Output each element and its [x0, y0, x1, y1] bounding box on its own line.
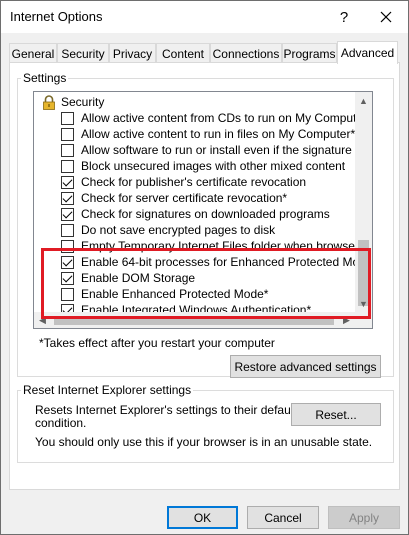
list-item-label: Empty Temporary Internet Files folder wh…: [81, 239, 355, 253]
list-item[interactable]: Enable Enhanced Protected Mode*: [34, 286, 355, 302]
checkbox[interactable]: [61, 288, 74, 301]
settings-list[interactable]: Security Allow active content from CDs t…: [33, 91, 373, 329]
list-item[interactable]: Block unsecured images with other mixed …: [34, 158, 355, 174]
checkbox[interactable]: [61, 224, 74, 237]
vertical-scrollbar[interactable]: ▲ ▼: [355, 92, 372, 312]
reset-description-line1: Resets Internet Explorer's settings to t…: [35, 403, 297, 417]
checkbox[interactable]: [61, 208, 74, 221]
tab-privacy[interactable]: Privacy: [109, 43, 156, 63]
list-item-label: Enable Integrated Windows Authentication…: [81, 303, 312, 312]
list-item-label: Allow software to run or install even if…: [81, 143, 355, 157]
checkbox[interactable]: [61, 192, 74, 205]
tab-security[interactable]: Security: [57, 43, 109, 63]
list-item[interactable]: Enable Integrated Windows Authentication…: [34, 302, 355, 312]
restart-note: *Takes effect after you restart your com…: [39, 336, 275, 350]
checkbox[interactable]: [61, 128, 74, 141]
tab-content[interactable]: Content: [156, 43, 210, 63]
list-item[interactable]: Do not save encrypted pages to disk: [34, 222, 355, 238]
list-item[interactable]: Allow software to run or install even if…: [34, 142, 355, 158]
tab-connections[interactable]: Connections: [210, 43, 282, 63]
scrollbar-corner: [355, 312, 372, 328]
lock-icon: [43, 95, 55, 110]
list-item-label: Enable 64-bit processes for Enhanced Pro…: [81, 255, 355, 269]
list-item[interactable]: Allow active content to run in files on …: [34, 126, 355, 142]
apply-button: Apply: [328, 506, 400, 529]
window-title: Internet Options: [10, 9, 103, 24]
reset-button[interactable]: Reset...: [291, 403, 381, 426]
reset-group-label: Reset Internet Explorer settings: [21, 383, 194, 397]
list-item-label: Do not save encrypted pages to disk: [81, 223, 276, 237]
ok-button[interactable]: OK: [167, 506, 238, 529]
list-item[interactable]: Check for server certificate revocation*: [34, 190, 355, 206]
horizontal-scrollbar[interactable]: ◀ ▶: [34, 312, 355, 328]
tab-programs[interactable]: Programs: [282, 43, 337, 63]
scroll-down-arrow-icon[interactable]: ▼: [355, 295, 372, 312]
close-button[interactable]: [369, 5, 403, 29]
checkbox[interactable]: [61, 160, 74, 173]
help-button[interactable]: ?: [327, 5, 361, 29]
scroll-right-arrow-icon[interactable]: ▶: [338, 312, 355, 328]
settings-list-viewport: Security Allow active content from CDs t…: [34, 92, 355, 312]
checkbox[interactable]: [61, 256, 74, 269]
list-item-label: Check for server certificate revocation*: [81, 191, 288, 205]
list-item-label: Allow active content to run in files on …: [81, 127, 355, 141]
list-item[interactable]: Allow active content from CDs to run on …: [34, 110, 355, 126]
checkbox[interactable]: [61, 144, 74, 157]
horizontal-scroll-thumb[interactable]: [54, 316, 334, 325]
settings-group-label: Settings: [21, 71, 69, 85]
reset-warning: You should only use this if your browser…: [35, 435, 373, 449]
list-item-label: Block unsecured images with other mixed …: [81, 159, 346, 173]
checkbox[interactable]: [61, 304, 74, 312]
checkbox[interactable]: [61, 176, 74, 189]
internet-options-dialog: Internet Options ? General Security Priv…: [0, 0, 409, 535]
list-item-label: Enable DOM Storage: [81, 271, 196, 285]
list-item[interactable]: Enable DOM Storage: [34, 270, 355, 286]
list-item[interactable]: Check for signatures on downloaded progr…: [34, 206, 355, 222]
scroll-up-arrow-icon[interactable]: ▲: [355, 92, 372, 109]
tab-strip: General Security Privacy Content Connect…: [9, 41, 401, 64]
list-item[interactable]: Check for publisher's certificate revoca…: [34, 174, 355, 190]
checkbox[interactable]: [61, 240, 74, 253]
close-icon: [380, 11, 392, 23]
checkbox[interactable]: [61, 272, 74, 285]
list-category-security: Security: [34, 94, 355, 110]
tab-advanced[interactable]: Advanced: [337, 41, 398, 64]
list-item-label: Allow active content from CDs to run on …: [81, 111, 355, 125]
tab-general[interactable]: General: [9, 43, 57, 63]
reset-description-line2: condition.: [35, 416, 87, 430]
checkbox[interactable]: [61, 112, 74, 125]
restore-advanced-settings-button[interactable]: Restore advanced settings: [230, 355, 381, 378]
list-item-label: Check for publisher's certificate revoca…: [81, 175, 307, 189]
scroll-left-arrow-icon[interactable]: ◀: [34, 312, 51, 328]
title-bar: Internet Options ?: [1, 1, 408, 33]
category-label: Security: [61, 95, 105, 109]
list-item[interactable]: Enable 64-bit processes for Enhanced Pro…: [34, 254, 355, 270]
cancel-button[interactable]: Cancel: [247, 506, 319, 529]
list-item-label: Check for signatures on downloaded progr…: [81, 207, 330, 221]
list-item[interactable]: Empty Temporary Internet Files folder wh…: [34, 238, 355, 254]
list-item-label: Enable Enhanced Protected Mode*: [81, 287, 269, 301]
